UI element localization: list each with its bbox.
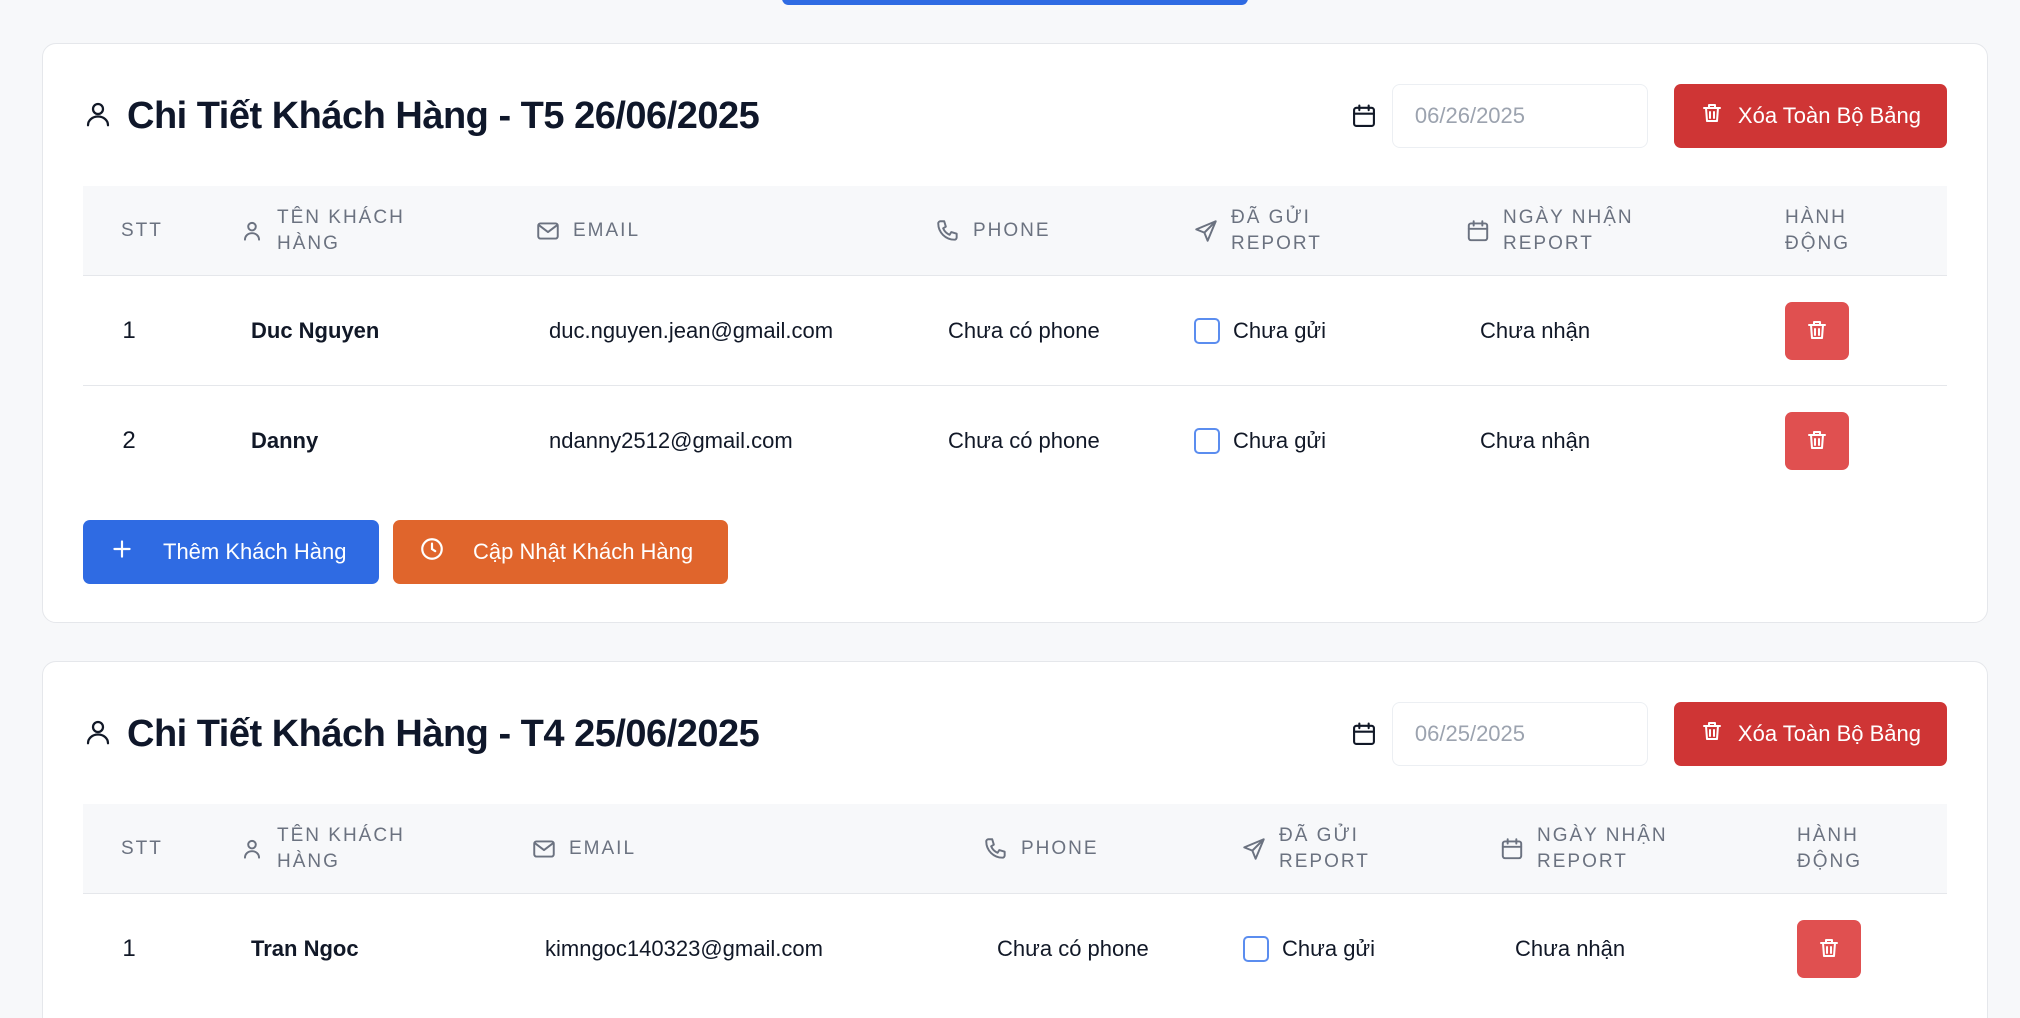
- date-input[interactable]: [1391, 84, 1648, 148]
- row-stt: 1: [122, 935, 136, 962]
- trash-icon: [1817, 936, 1841, 963]
- delete-row-button[interactable]: [1785, 302, 1849, 360]
- table-header: STT TÊN KHÁCH HÀNG EMAIL PHONE ĐÃ GỬI RE…: [83, 804, 1947, 894]
- calendar-icon: [1467, 220, 1489, 242]
- header-received: NGÀY NHẬN REPORT: [1499, 804, 1668, 894]
- header-phone: PHONE: [983, 804, 1099, 894]
- header-received: NGÀY NHẬN REPORT: [1465, 186, 1634, 276]
- header-action: HÀNH ĐỘNG: [1797, 825, 1862, 872]
- clear-table-button[interactable]: Xóa Toàn Bộ Bảng: [1673, 84, 1947, 148]
- customer-table: STT TÊN KHÁCH HÀNG EMAIL PHONE ĐÃ GỬI RE…: [83, 186, 1947, 496]
- row-name: Duc Nguyen: [251, 318, 380, 343]
- card-title: Chi Tiết Khách Hàng - T4 25/06/2025: [127, 712, 760, 755]
- header-stt: STT: [121, 220, 163, 241]
- header-name: TÊN KHÁCH HÀNG: [239, 186, 405, 276]
- sent-checkbox[interactable]: [1243, 936, 1269, 962]
- header-email: EMAIL: [531, 804, 636, 894]
- user-icon: [243, 221, 261, 241]
- row-received: Chưa nhận: [1480, 428, 1591, 453]
- row-received: Chưa nhận: [1515, 936, 1626, 961]
- table-row: 2 Danny ndanny2512@gmail.com Chưa có pho…: [83, 386, 1947, 496]
- header-name: TÊN KHÁCH HÀNG: [239, 804, 405, 894]
- trash-icon: [1700, 101, 1724, 131]
- clock-icon: [419, 536, 445, 568]
- row-sent: Chưa gửi: [1243, 894, 1375, 1004]
- add-customer-label: Thêm Khách Hàng: [163, 539, 347, 564]
- row-action: [1797, 894, 1861, 1004]
- send-icon: [1243, 838, 1265, 860]
- calendar-icon: [1501, 838, 1523, 860]
- mail-icon: [537, 222, 559, 240]
- table-header: STT TÊN KHÁCH HÀNG EMAIL PHONE ĐÃ GỬI RE…: [83, 186, 1947, 276]
- row-action: [1785, 276, 1849, 386]
- trash-icon: [1805, 428, 1829, 455]
- row-email: ndanny2512@gmail.com: [549, 428, 793, 453]
- clear-table-label: Xóa Toàn Bộ Bảng: [1737, 103, 1921, 128]
- sent-status: Chưa gửi: [1282, 936, 1376, 961]
- update-customer-button[interactable]: Cập Nhật Khách Hàng: [393, 520, 728, 584]
- row-received: Chưa nhận: [1480, 318, 1591, 343]
- sent-checkbox[interactable]: [1194, 428, 1220, 454]
- row-name: Tran Ngoc: [251, 936, 359, 961]
- header-phone: PHONE: [935, 186, 1051, 276]
- header-sent: ĐÃ GỬI REPORT: [1241, 804, 1370, 894]
- plus-icon: [109, 536, 135, 568]
- row-sent: Chưa gửi: [1194, 276, 1326, 386]
- customer-detail-card: Chi Tiết Khách Hàng - T4 25/06/2025 Xóa …: [42, 661, 1988, 1018]
- row-email: duc.nguyen.jean@gmail.com: [549, 318, 834, 343]
- header-action: HÀNH ĐỘNG: [1785, 207, 1850, 254]
- delete-row-button[interactable]: [1785, 412, 1849, 470]
- card-title: Chi Tiết Khách Hàng - T5 26/06/2025: [127, 94, 760, 137]
- user-icon: [83, 99, 113, 134]
- update-customer-label: Cập Nhật Khách Hàng: [473, 539, 694, 564]
- row-email: kimngoc140323@gmail.com: [545, 936, 823, 961]
- card-header: Chi Tiết Khách Hàng - T5 26/06/2025 Xóa …: [83, 84, 1947, 148]
- table-row: 1 Tran Ngoc kimngoc140323@gmail.com Chưa…: [83, 894, 1947, 1004]
- sent-checkbox[interactable]: [1194, 318, 1220, 344]
- calendar-icon: [1350, 720, 1378, 748]
- sent-status: Chưa gửi: [1233, 428, 1327, 453]
- row-stt: 1: [122, 317, 136, 344]
- user-icon: [243, 839, 261, 859]
- add-customer-button[interactable]: Thêm Khách Hàng: [83, 520, 379, 584]
- header-email: EMAIL: [535, 186, 640, 276]
- trash-icon: [1805, 318, 1829, 345]
- row-stt: 2: [122, 427, 136, 454]
- row-phone: Chưa có phone: [997, 936, 1149, 961]
- clear-table-label: Xóa Toàn Bộ Bảng: [1737, 721, 1921, 746]
- table-row: 1 Duc Nguyen duc.nguyen.jean@gmail.com C…: [83, 276, 1947, 386]
- row-sent: Chưa gửi: [1194, 386, 1326, 496]
- sent-status: Chưa gửi: [1233, 318, 1327, 343]
- row-phone: Chưa có phone: [948, 428, 1100, 453]
- phone-icon: [937, 220, 958, 241]
- row-action: [1785, 386, 1849, 496]
- calendar-icon: [1350, 102, 1378, 130]
- clear-table-button[interactable]: Xóa Toàn Bộ Bảng: [1673, 702, 1947, 766]
- header-stt: STT: [121, 838, 163, 859]
- user-icon: [83, 717, 113, 752]
- date-input[interactable]: [1391, 702, 1648, 766]
- row-phone: Chưa có phone: [948, 318, 1100, 343]
- customer-detail-card: Chi Tiết Khách Hàng - T5 26/06/2025 Xóa …: [42, 43, 1988, 623]
- mail-icon: [533, 840, 555, 858]
- card-header: Chi Tiết Khách Hàng - T4 25/06/2025 Xóa …: [83, 702, 1947, 766]
- top-primary-button-edge[interactable]: [782, 0, 1248, 5]
- card-actions: Thêm Khách Hàng Cập Nhật Khách Hàng: [83, 520, 728, 584]
- customer-table: STT TÊN KHÁCH HÀNG EMAIL PHONE ĐÃ GỬI RE…: [83, 804, 1947, 1004]
- row-name: Danny: [251, 428, 319, 453]
- send-icon: [1195, 220, 1217, 242]
- delete-row-button[interactable]: [1797, 920, 1861, 978]
- phone-icon: [985, 838, 1006, 859]
- trash-icon: [1700, 719, 1724, 749]
- header-sent: ĐÃ GỬI REPORT: [1193, 186, 1322, 276]
